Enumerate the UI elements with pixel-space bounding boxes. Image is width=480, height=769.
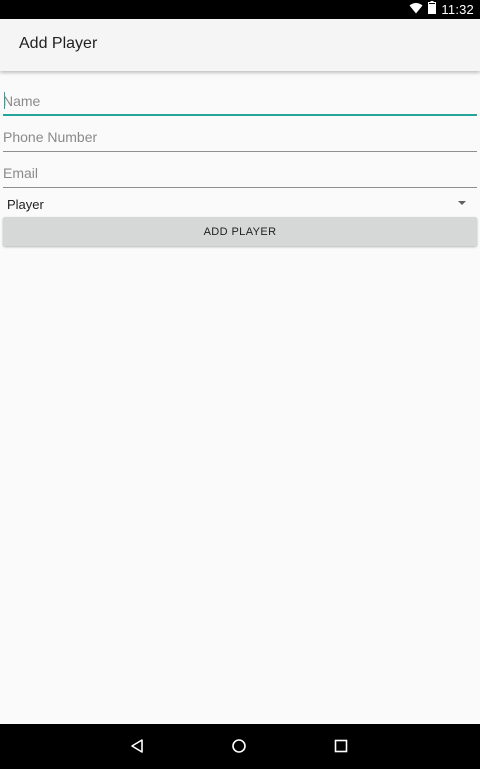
role-selected-value: Player (7, 197, 44, 212)
form-container: Player ADD PLAYER (0, 71, 480, 724)
phone-input[interactable] (3, 122, 477, 152)
battery-icon (428, 0, 437, 19)
page-title: Add Player (19, 35, 98, 52)
recents-icon[interactable] (331, 736, 351, 756)
role-spinner[interactable]: Player (3, 193, 477, 215)
back-icon[interactable] (127, 736, 147, 756)
name-field[interactable] (3, 86, 477, 116)
add-player-button[interactable]: ADD PLAYER (3, 217, 477, 246)
status-time: 11:32 (441, 2, 474, 17)
status-bar: 11:32 (0, 0, 480, 19)
phone-underline (3, 151, 477, 152)
phone-field[interactable] (3, 122, 477, 152)
email-field[interactable] (3, 158, 477, 188)
text-cursor (4, 92, 5, 109)
name-underline (3, 114, 477, 116)
dropdown-arrow-icon (458, 201, 466, 205)
email-underline (3, 187, 477, 188)
navigation-bar (0, 724, 480, 769)
app-bar: Add Player (0, 19, 480, 71)
home-icon[interactable] (229, 736, 249, 756)
name-input[interactable] (3, 86, 477, 116)
email-input[interactable] (3, 158, 477, 188)
wifi-icon (409, 1, 423, 19)
status-icons: 11:32 (409, 0, 474, 19)
